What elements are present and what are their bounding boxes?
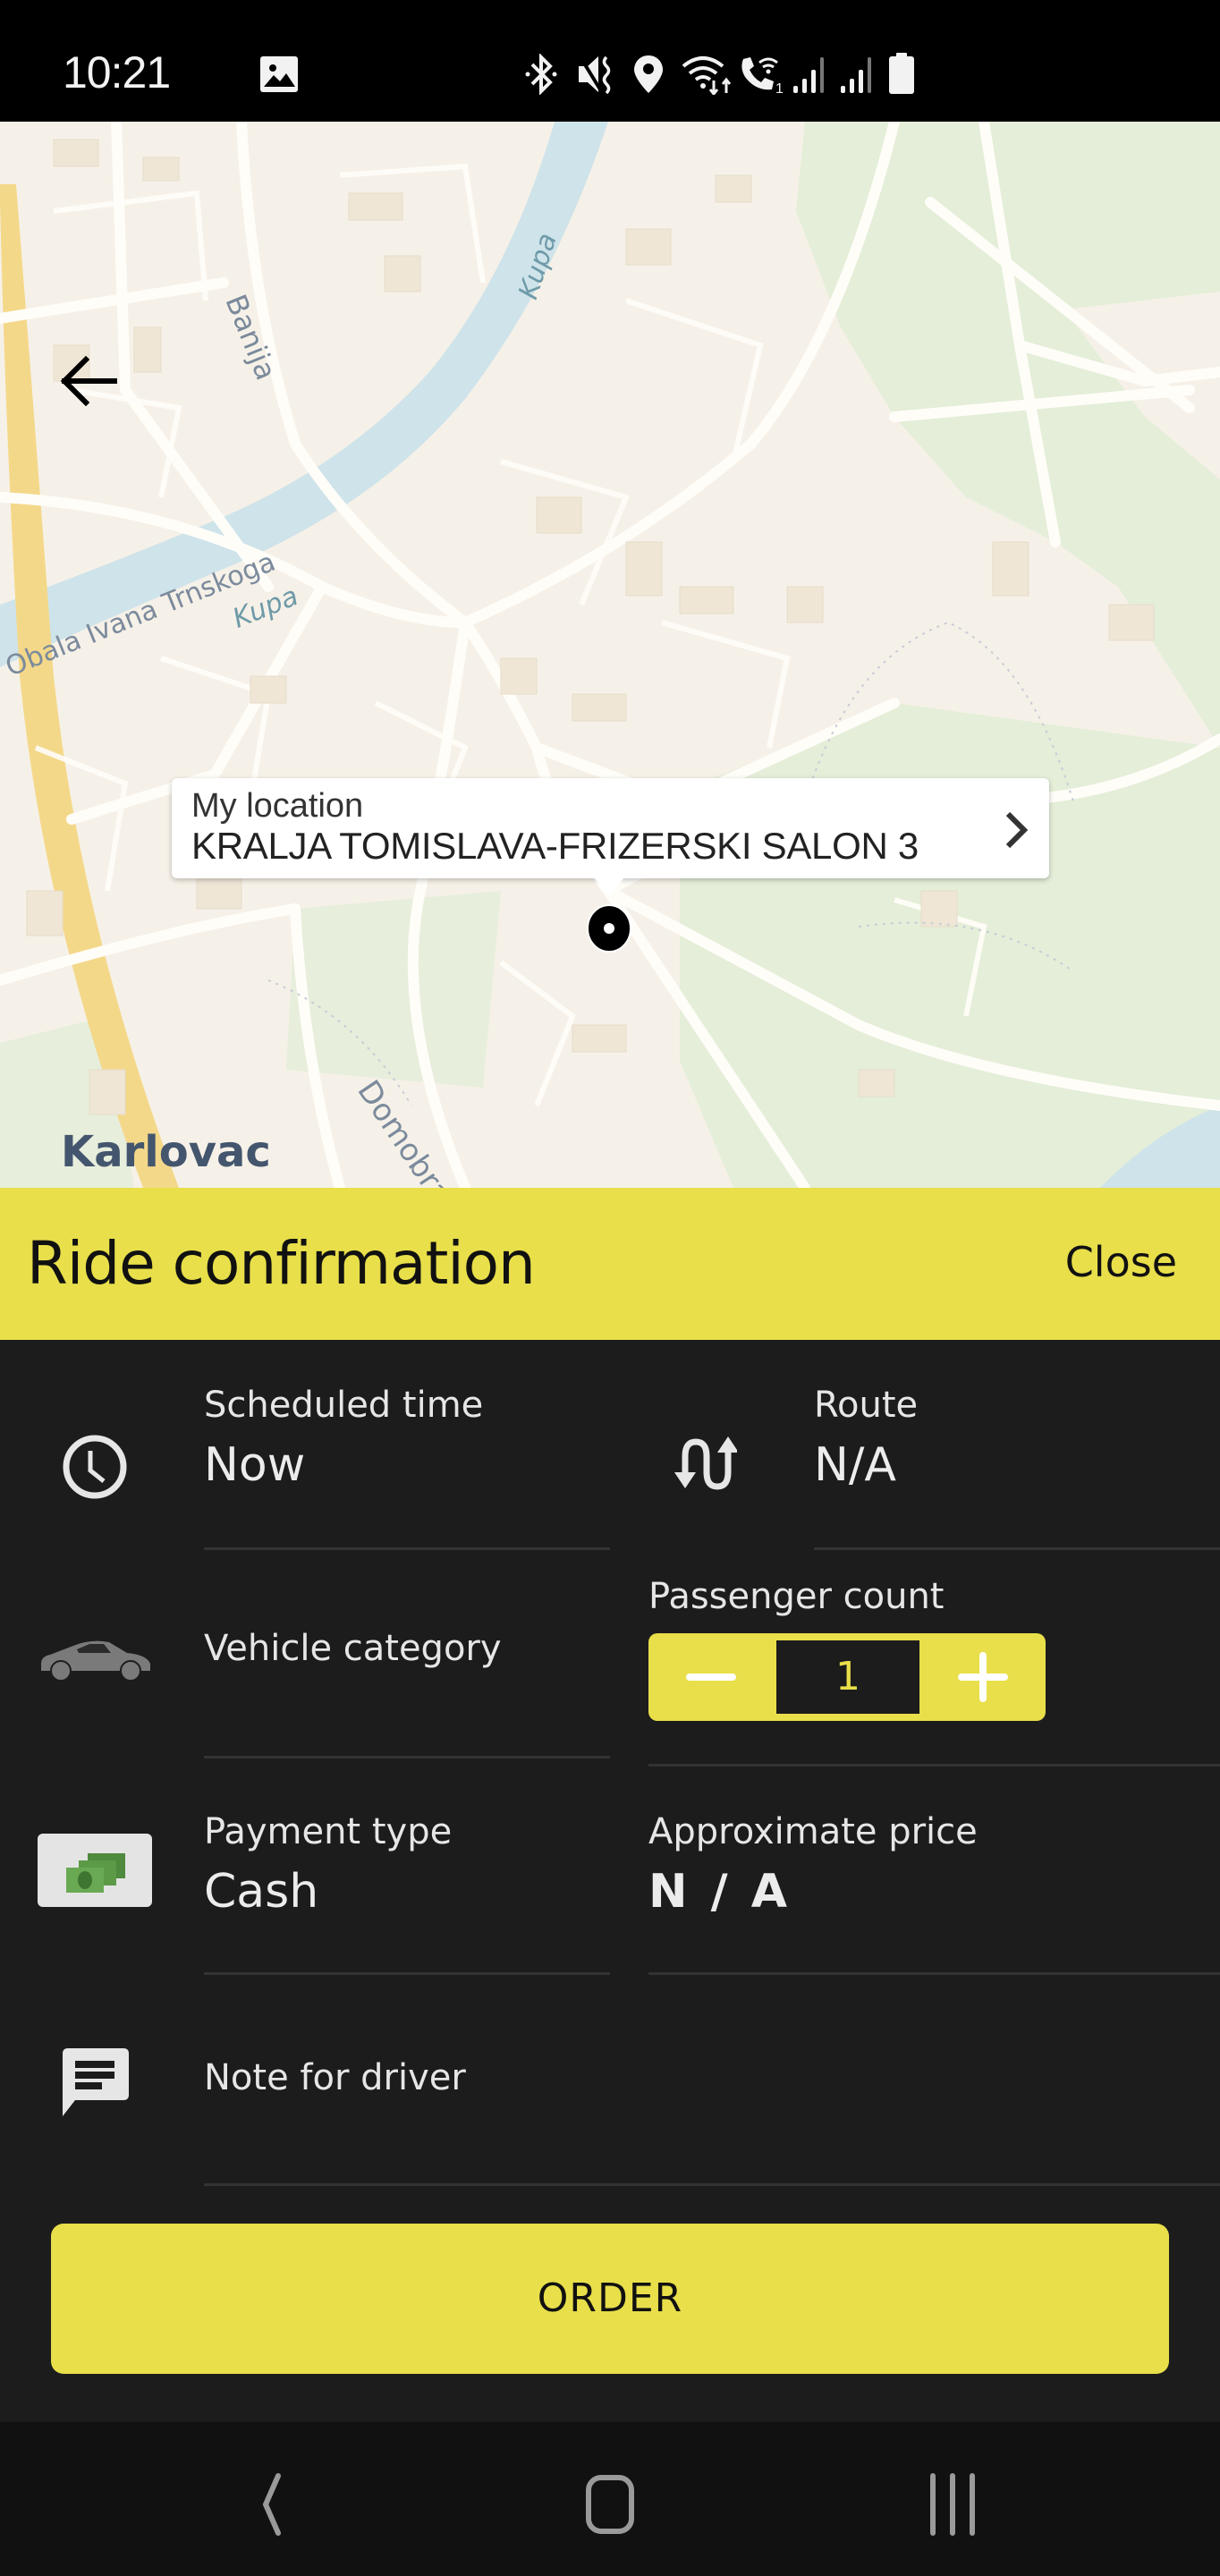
status-time: 10:21 xyxy=(63,47,171,97)
map-label-city: Karlovac xyxy=(61,1127,271,1177)
note-icon xyxy=(63,2048,129,2116)
payment-type-field[interactable]: Payment type Cash xyxy=(0,1767,610,1974)
sheet-title: Ride confirmation xyxy=(27,1229,536,1298)
approximate-price-label: Approximate price xyxy=(648,1811,978,1852)
location-callout[interactable]: My location KRALJA TOMISLAVA-FRIZERSKI S… xyxy=(172,778,1049,896)
nav-recents-icon[interactable] xyxy=(917,2469,988,2540)
divider xyxy=(204,1756,610,1758)
signal-sim2-icon xyxy=(841,57,871,93)
nav-back-icon[interactable] xyxy=(235,2469,307,2540)
signal-sim1-icon xyxy=(793,57,824,93)
approximate-price-value: N / A xyxy=(648,1865,791,1919)
route-label: Route xyxy=(814,1385,919,1426)
route-field[interactable]: Route N/A xyxy=(626,1340,1220,1551)
cash-icon xyxy=(38,1834,152,1907)
status-bar: 10:21 1 xyxy=(0,0,1220,122)
minus-icon xyxy=(686,1674,736,1681)
scheduled-time-value: Now xyxy=(204,1438,306,1492)
route-icon xyxy=(674,1436,737,1490)
passenger-count-label: Passenger count xyxy=(648,1576,945,1617)
note-for-driver-field[interactable]: Note for driver xyxy=(0,1975,1220,2186)
divider xyxy=(204,1547,610,1550)
wifi-data-icon xyxy=(682,56,732,95)
vibrate-mute-icon xyxy=(579,55,611,95)
map-tiles xyxy=(0,122,1220,1188)
order-button[interactable]: ORDER xyxy=(51,2224,1169,2374)
passenger-count-input[interactable] xyxy=(776,1640,919,1714)
bluetooth-icon xyxy=(525,54,557,95)
payment-type-label: Payment type xyxy=(204,1811,453,1852)
nav-home-icon[interactable] xyxy=(574,2469,646,2540)
scheduled-time-label: Scheduled time xyxy=(204,1385,484,1426)
vehicle-category-label: Vehicle category xyxy=(204,1628,502,1669)
passenger-count-stepper xyxy=(648,1633,1046,1721)
location-icon xyxy=(634,55,663,93)
callout-address: KRALJA TOMISLAVA-FRIZERSKI SALON 3 xyxy=(191,825,919,867)
svg-text:1: 1 xyxy=(775,81,784,95)
vehicle-category-field[interactable]: Vehicle category xyxy=(0,1551,610,1757)
plus-icon xyxy=(958,1652,1008,1702)
car-icon xyxy=(41,1640,150,1682)
sheet-header: Ride confirmation Close xyxy=(0,1188,1220,1340)
location-pin-icon xyxy=(587,904,631,953)
scheduled-time-field[interactable]: Scheduled time Now xyxy=(0,1340,610,1551)
battery-icon xyxy=(889,53,914,94)
gallery-notification-icon xyxy=(260,56,298,92)
wifi-calling-icon: 1 xyxy=(741,57,784,95)
map-view[interactable]: Banija Kupa Kupa Obala Ivana Trnskoga Do… xyxy=(0,122,1220,1188)
increment-button[interactable] xyxy=(920,1633,1046,1721)
divider xyxy=(204,2183,1220,2186)
clock-icon xyxy=(63,1435,127,1499)
callout-label: My location xyxy=(191,787,364,825)
system-nav-bar xyxy=(0,2422,1220,2576)
divider xyxy=(814,1547,1220,1550)
payment-type-value: Cash xyxy=(204,1865,319,1919)
note-for-driver-label: Note for driver xyxy=(204,2057,466,2098)
chevron-right-icon xyxy=(1005,811,1029,849)
decrement-button[interactable] xyxy=(648,1633,774,1721)
approximate-price-field: Approximate price N / A xyxy=(626,1767,1220,1974)
close-button[interactable]: Close xyxy=(1065,1238,1177,1286)
back-arrow-icon[interactable] xyxy=(54,345,125,417)
route-value: N/A xyxy=(814,1438,896,1492)
